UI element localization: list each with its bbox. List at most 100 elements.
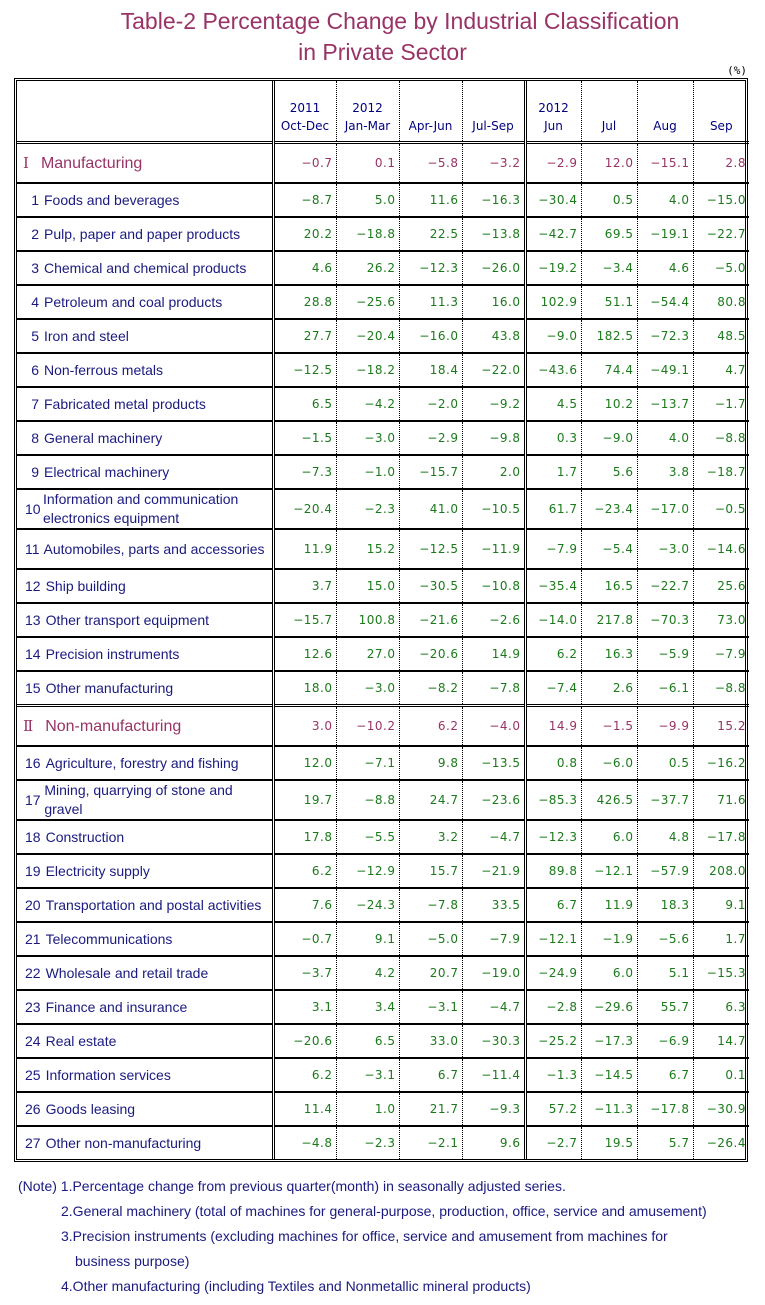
note-2: 2.General machinery (total of machines f… (61, 1203, 707, 1219)
row-value: −23.6 (462, 779, 527, 820)
row-label: 26 Goods leasing (17, 1091, 275, 1126)
column-year: 2011 (289, 101, 321, 115)
row-number: 9 (31, 464, 39, 480)
row-number: 14 (25, 646, 41, 662)
row-value: −2.0 (399, 386, 463, 421)
row-number: 17 (25, 792, 41, 808)
row-value: −3.0 (637, 528, 694, 569)
row-value: −7.9 (525, 528, 582, 569)
row-label-text: Non-ferrous metals (44, 362, 164, 378)
row-label-text: Pulp, paper and paper products (44, 226, 241, 242)
section-label: Ⅰ Manufacturing (17, 141, 275, 183)
header-label-cell (17, 81, 275, 143)
row-value: −12.3 (525, 819, 582, 854)
section-value: −2.9 (525, 141, 582, 183)
row-label-text: Telecommunications (45, 931, 173, 947)
row-label-text: Goods leasing (45, 1101, 136, 1117)
row-value: 4.6 (273, 250, 337, 285)
row-value: −5.0 (399, 921, 463, 956)
row-value: 6.3 (693, 989, 749, 1024)
row-value: 100.8 (336, 602, 400, 637)
section-roman-numeral: Ⅰ (23, 153, 29, 172)
row-value: 61.7 (525, 488, 582, 529)
row-value: 6.0 (581, 819, 638, 854)
row-value: 73.0 (693, 602, 749, 637)
row-label: 14 Precision instruments (17, 636, 275, 671)
row-label-text: Transportation and postal activities (45, 897, 262, 913)
row-number: 12 (25, 578, 41, 594)
row-value: −12.3 (399, 250, 463, 285)
row-value: −17.3 (581, 1023, 638, 1058)
table-row: 6 Non-ferrous metals −12.5 −18.2 18.4 −22.0 −4… (17, 352, 749, 387)
row-value: −18.8 (336, 216, 400, 251)
row-number: 3 (31, 260, 39, 276)
row-label-text: Agriculture, forestry and fishing (45, 755, 239, 771)
row-label-text: Construction (45, 829, 125, 845)
row-label: 24 Real estate (17, 1023, 275, 1058)
row-label: 27 Other non-manufacturing (17, 1125, 275, 1159)
table-row: 15 Other manufacturing 18.0 −3.0 −8.2 −7.8 −7.… (17, 670, 749, 706)
row-label-text: Other transport equipment (45, 612, 209, 628)
row-value: 1.7 (525, 454, 582, 489)
row-label: 4 Petroleum and coal products (17, 284, 275, 319)
row-value: 6.2 (273, 1057, 337, 1092)
row-value: −4.8 (273, 1125, 337, 1159)
table-row: 2 Pulp, paper and paper products 20.2 −18.8… (17, 216, 749, 251)
row-value: −4.7 (462, 989, 527, 1024)
column-year: 2012 (352, 101, 383, 115)
row-value: 9.6 (462, 1125, 527, 1159)
row-value: 10.2 (581, 386, 638, 421)
column-period: Sep (709, 119, 733, 133)
row-label: 15 Other manufacturing (17, 670, 275, 706)
row-value: 11.6 (399, 182, 463, 217)
row-value: 0.5 (581, 182, 638, 217)
row-value: 14.9 (462, 636, 527, 671)
row-value: 33.5 (462, 887, 527, 922)
row-value: −18.2 (336, 352, 400, 387)
row-value: −23.4 (581, 488, 638, 529)
table-row: 14 Precision instruments 12.6 27.0 −20.6 14.9… (17, 636, 749, 671)
row-value: −9.0 (525, 318, 582, 353)
page-title: Table-2 Percentage Change by Industrial … (0, 6, 765, 68)
row-value: −2.3 (336, 1125, 400, 1159)
row-label: 21 Telecommunications (17, 921, 275, 956)
row-value: −11.3 (581, 1091, 638, 1126)
section-value: 14.9 (525, 704, 582, 746)
row-value: 43.8 (462, 318, 527, 353)
row-value: −20.6 (399, 636, 463, 671)
row-value: −14.6 (693, 528, 749, 569)
row-label: 13 Other transport equipment (17, 602, 275, 637)
row-value: −15.3 (693, 955, 749, 990)
row-value: 16.3 (581, 636, 638, 671)
row-value: −2.9 (399, 420, 463, 455)
row-value: −3.4 (581, 250, 638, 285)
row-label: 11 Automobiles, parts and accessories (17, 528, 275, 569)
row-value: −72.3 (637, 318, 694, 353)
row-value: 208.0 (693, 853, 749, 888)
row-value: 89.8 (525, 853, 582, 888)
row-value: −5.6 (637, 921, 694, 956)
row-label: 7 Fabricated metal products (17, 386, 275, 421)
section-row: Ⅱ Non-manufacturing 3.0 −10.2 6.2 −4.0 14.9 −1.… (17, 704, 749, 746)
row-value: −7.9 (462, 921, 527, 956)
column-header: Sep (693, 81, 749, 143)
row-value: −22.7 (693, 216, 749, 251)
row-value: −22.0 (462, 352, 527, 387)
row-value: 20.2 (273, 216, 337, 251)
table-row: 3 Chemical and chemical products 4.6 26.2 −1… (17, 250, 749, 285)
row-value: 5.0 (336, 182, 400, 217)
row-value: 18.3 (637, 887, 694, 922)
table-row: 16 Agriculture, forestry and fishing 12.0−… (17, 745, 749, 780)
row-value: 18.4 (399, 352, 463, 387)
row-label-text: Information services (45, 1067, 171, 1083)
row-number: 27 (25, 1135, 41, 1151)
row-value: 6.5 (273, 386, 337, 421)
row-number: 13 (25, 612, 41, 628)
row-value: −13.5 (462, 745, 527, 780)
row-value: −9.3 (462, 1091, 527, 1126)
row-value: −2.1 (399, 1125, 463, 1159)
row-number: 20 (25, 897, 41, 913)
row-value: −1.7 (693, 386, 749, 421)
row-value: −9.2 (462, 386, 527, 421)
row-label: 16 Agriculture, forestry and fishing (17, 745, 275, 780)
